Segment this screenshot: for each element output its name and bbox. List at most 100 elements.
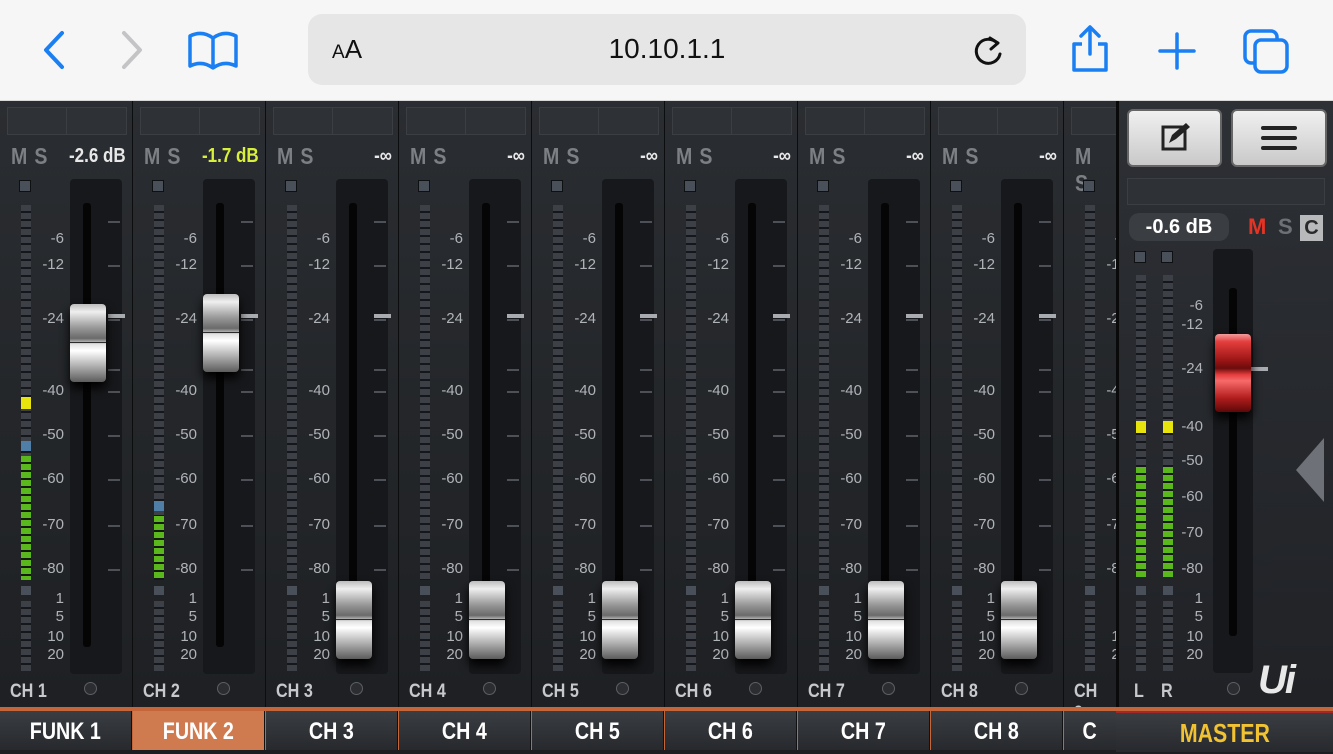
channel-name-tab[interactable]: FUNK 1 xyxy=(0,711,132,750)
channel-id-label: CH 6 xyxy=(675,681,712,702)
scale-label: -70 xyxy=(175,516,197,533)
channel-fader[interactable] xyxy=(203,294,239,372)
menu-button[interactable] xyxy=(1231,109,1327,167)
scale-label: -12 xyxy=(707,256,729,273)
channel-name-tab[interactable]: FUNK 2 xyxy=(133,711,265,750)
forward-icon[interactable] xyxy=(118,30,146,70)
mute-solo-buttons[interactable]: M S xyxy=(410,143,447,170)
channel-meter xyxy=(287,205,297,580)
channel-led-lower xyxy=(21,586,31,595)
fader-tick xyxy=(108,319,120,321)
pan-knob[interactable] xyxy=(84,682,97,695)
channel-fader[interactable] xyxy=(469,581,505,659)
master-pan-knob[interactable] xyxy=(1227,682,1240,695)
channel-slot xyxy=(938,107,1058,135)
pan-knob[interactable] xyxy=(749,682,762,695)
address-bar[interactable]: AA 10.10.1.1 xyxy=(308,14,1026,85)
scale-label: 10 xyxy=(313,628,330,645)
unity-mark xyxy=(374,314,391,318)
scale-label: -50 xyxy=(175,426,197,443)
mute-solo-buttons[interactable]: M S xyxy=(809,143,846,170)
master-solo-button[interactable]: S xyxy=(1278,214,1293,240)
back-icon[interactable] xyxy=(40,30,68,70)
channel-led xyxy=(285,180,297,192)
unity-mark xyxy=(640,314,657,318)
pan-knob[interactable] xyxy=(483,682,496,695)
channel-led-lower xyxy=(952,586,962,595)
channel-name-label: C xyxy=(1082,718,1098,745)
pan-knob[interactable] xyxy=(882,682,895,695)
channel-db-readout: -∞ xyxy=(1039,145,1057,167)
channel-led-lower xyxy=(686,586,696,595)
fader-tick xyxy=(374,435,386,437)
master-slot xyxy=(1127,178,1325,205)
mute-solo-buttons[interactable]: M S xyxy=(11,143,48,170)
expand-arrow-icon[interactable] xyxy=(1296,438,1324,502)
mute-solo-buttons[interactable]: M S xyxy=(543,143,580,170)
fader-tick xyxy=(507,221,519,223)
scale-label: -50 xyxy=(42,426,64,443)
channel-led xyxy=(950,180,962,192)
fader-tick xyxy=(241,221,253,223)
master-clip-button[interactable]: C xyxy=(1300,215,1323,241)
pan-knob[interactable] xyxy=(217,682,230,695)
unity-mark xyxy=(108,314,125,318)
fader-tick xyxy=(640,391,652,393)
channel-fader[interactable] xyxy=(336,581,372,659)
channel-name-tab[interactable]: CH 8 xyxy=(931,711,1063,750)
mute-solo-buttons[interactable]: M S xyxy=(676,143,713,170)
pan-knob[interactable] xyxy=(1015,682,1028,695)
channel-db-readout: -2.6 dB xyxy=(69,145,126,167)
channel-name-tab[interactable]: CH 6 xyxy=(665,711,797,750)
channel-fader[interactable] xyxy=(602,581,638,659)
scale-label: -60 xyxy=(840,470,862,487)
fader-tick xyxy=(640,265,652,267)
channel-name-tab[interactable]: CH 5 xyxy=(532,711,664,750)
scale-label: 20 xyxy=(712,646,729,663)
channel-name-tab[interactable]: CH 3 xyxy=(266,711,398,750)
pan-knob[interactable] xyxy=(350,682,363,695)
channel-name-tab[interactable]: C xyxy=(1064,711,1117,750)
master-name-tab[interactable]: MASTER xyxy=(1116,711,1333,752)
channel-fader[interactable] xyxy=(1001,581,1037,659)
master-scale-label: -40 xyxy=(1181,418,1203,435)
reload-icon[interactable] xyxy=(972,34,1004,68)
channel-meter-lower xyxy=(952,601,962,671)
master-scale-label: -60 xyxy=(1181,488,1203,505)
master-left-led xyxy=(1134,251,1146,263)
channel-fader[interactable] xyxy=(735,581,771,659)
scale-label: 5 xyxy=(587,608,596,625)
pan-knob[interactable] xyxy=(616,682,629,695)
fader-tick xyxy=(906,265,918,267)
channel-name-tab[interactable]: CH 4 xyxy=(399,711,531,750)
channel-fader[interactable] xyxy=(868,581,904,659)
scale-label: -40 xyxy=(308,382,330,399)
channel-name-tab[interactable]: CH 7 xyxy=(798,711,930,750)
channel-led xyxy=(1083,180,1095,192)
master-fader[interactable] xyxy=(1215,334,1251,412)
tabs-icon[interactable] xyxy=(1242,28,1290,74)
share-icon[interactable] xyxy=(1070,24,1110,74)
master-left-meter xyxy=(1136,275,1146,577)
bookmarks-icon[interactable] xyxy=(186,30,240,70)
scale-label: -24 xyxy=(707,310,729,327)
new-tab-icon[interactable] xyxy=(1158,32,1196,70)
master-right-led xyxy=(1161,251,1173,263)
scale-label: -70 xyxy=(973,516,995,533)
scale-label: 1 xyxy=(986,590,995,607)
fader-tick xyxy=(108,369,120,371)
edit-icon xyxy=(1161,123,1190,151)
edit-button[interactable] xyxy=(1127,109,1222,167)
channel-id-label: CH 3 xyxy=(276,681,313,702)
scale-label: 5 xyxy=(454,608,463,625)
scale-label: -6 xyxy=(848,230,862,247)
master-mute-button[interactable]: M xyxy=(1248,214,1266,240)
mute-solo-buttons[interactable]: M S xyxy=(144,143,181,170)
channel-meter-lower xyxy=(1085,601,1095,671)
scale-label: -70 xyxy=(441,516,463,533)
fader-tick xyxy=(241,391,253,393)
mute-solo-buttons[interactable]: M S xyxy=(942,143,979,170)
scale-label: -80 xyxy=(441,560,463,577)
channel-fader[interactable] xyxy=(70,304,106,382)
mute-solo-buttons[interactable]: M S xyxy=(277,143,314,170)
